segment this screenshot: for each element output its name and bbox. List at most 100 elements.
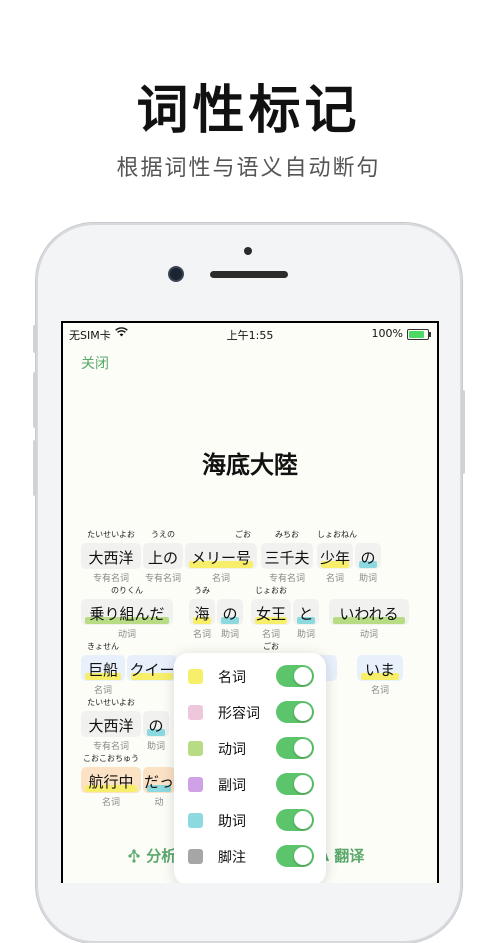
proximity-sensor (244, 247, 252, 255)
analyze-label: 分析 (146, 847, 177, 865)
power-button (461, 390, 465, 474)
token[interactable]: ごお メリー号 名词 (185, 529, 257, 589)
token-surface: 三千夫 (264, 549, 310, 567)
footnote-toggle[interactable] (276, 845, 314, 867)
earpiece-speaker (210, 271, 288, 278)
token[interactable]: クイー (127, 641, 177, 701)
pos-filter-label: 助词 (218, 814, 246, 830)
token-surface: 乗り組んだ (89, 605, 165, 623)
volume-up-button (33, 372, 37, 428)
token-surface: 大西洋 (88, 549, 134, 567)
token-surface: 海 (194, 605, 210, 623)
volume-down-button (33, 440, 37, 496)
token-pos: 专有名词 (92, 574, 129, 584)
hero-subtitle: 根据词性与语义自动断句 (116, 156, 381, 181)
token[interactable]: こおこおちゅう 航行中 名词 (81, 753, 141, 813)
token-pos: 专有名词 (268, 574, 305, 584)
verb-color-swatch (188, 741, 203, 756)
token-pos: 动 (154, 798, 164, 808)
token-reading: きょせん (87, 642, 119, 651)
adverb-color-swatch (188, 777, 203, 792)
token-pos: 专有名词 (92, 742, 129, 752)
pos-filter-verb: 动词 (174, 731, 326, 767)
pos-filter-adverb: 副词 (174, 767, 326, 803)
token-pos: 名词 (325, 574, 344, 584)
token[interactable]: うみ 海 名词 (189, 585, 215, 645)
token-reading: じょおお (255, 586, 287, 595)
token-pos: 名词 (211, 574, 230, 584)
token-surface: 女王 (255, 605, 286, 623)
token-surface: メリー号 (190, 549, 251, 567)
token-surface: 上の (147, 549, 178, 567)
token[interactable]: うえの 上の 专有名词 (143, 529, 183, 589)
phone-screen: 无SIM卡 上午1:55 100% 关闭 海底大陸 たいせいよお 大西洋 专有名… (61, 321, 439, 883)
token-surface: の (148, 717, 164, 735)
verb-toggle[interactable] (276, 737, 314, 759)
token-pos: 名词 (261, 630, 280, 640)
front-camera (170, 268, 182, 280)
token-pos: 名词 (192, 630, 211, 640)
close-button[interactable]: 关闭 (81, 353, 109, 373)
token[interactable]: きょせん 巨船 名词 (81, 641, 125, 701)
token-pos: 助词 (358, 574, 377, 584)
noun-toggle[interactable] (276, 665, 314, 687)
token-pos: 名词 (101, 798, 120, 808)
token-pos: 名词 (93, 686, 112, 696)
particle-toggle[interactable] (276, 809, 314, 831)
pos-filter-label: 形容词 (218, 706, 260, 722)
token[interactable]: の 助词 (217, 585, 243, 645)
token-surface: だっ (143, 773, 174, 791)
token-reading: たいせいよお (87, 530, 135, 539)
mute-switch (33, 325, 37, 353)
token[interactable]: の 助词 (355, 529, 381, 589)
pos-filter-footnote: 脚注 (174, 839, 326, 875)
token-reading: うみ (194, 586, 210, 595)
analyze-button[interactable]: 分析 (127, 845, 176, 866)
token-reading: たいせいよお (87, 698, 135, 707)
adjective-color-swatch (188, 705, 203, 720)
battery-icon (407, 329, 431, 340)
translate-label: 翻译 (334, 847, 365, 865)
token[interactable]: だっ 动 (143, 753, 175, 813)
token[interactable]: たいせいよお 大西洋 专有名词 (81, 697, 141, 757)
token[interactable]: しょおねん 少年 名词 (317, 529, 357, 589)
battery-percent: 100% (371, 327, 403, 340)
token-reading: うえの (151, 530, 175, 539)
token-reading: みちお (275, 530, 299, 539)
token[interactable]: の 助词 (143, 697, 169, 757)
token-pos: 名词 (370, 686, 389, 696)
token-surface: 少年 (319, 549, 350, 567)
token[interactable]: いま 名词 (357, 641, 403, 701)
token-surface: いま (364, 661, 395, 679)
token[interactable]: たいせいよお 大西洋 专有名词 (81, 529, 141, 589)
adjective-toggle[interactable] (276, 701, 314, 723)
adverb-toggle[interactable] (276, 773, 314, 795)
token-surface: と (298, 605, 314, 623)
pos-filter-label: 名词 (218, 670, 246, 686)
pos-filter-particle: 助词 (174, 803, 326, 839)
token[interactable]: のりくん 乗り組んだ 动词 (81, 585, 173, 645)
token[interactable]: みちお 三千夫 专有名词 (261, 529, 313, 589)
token-pos: 动词 (359, 630, 378, 640)
token-reading: しょおねん (317, 530, 357, 539)
app-view: 无SIM卡 上午1:55 100% 关闭 海底大陸 たいせいよお 大西洋 专有名… (63, 323, 437, 883)
token-surface: 巨船 (87, 661, 118, 679)
particle-color-swatch (188, 813, 203, 828)
token-pos: 助词 (146, 742, 165, 752)
token-reading: ごお (235, 530, 251, 539)
hero-title: 词性标记 (136, 81, 361, 141)
pos-filter-label: 动词 (218, 742, 246, 758)
token-reading: こおこおちゅう (83, 754, 139, 763)
token-reading: のりくん (111, 586, 143, 595)
token-surface: の (360, 549, 376, 567)
token[interactable]: じょおお 女王 名词 (251, 585, 291, 645)
token-surface: 大西洋 (88, 717, 134, 735)
footnote-color-swatch (188, 849, 203, 864)
token[interactable]: いわれる 动词 (329, 585, 409, 645)
token[interactable]: と 助词 (293, 585, 319, 645)
pos-filter-label: 副词 (218, 778, 246, 794)
token-surface: いわれる (339, 605, 399, 623)
token-pos: 助词 (220, 630, 239, 640)
token-surface: クイー (129, 661, 175, 679)
token-surface: 航行中 (88, 773, 134, 791)
